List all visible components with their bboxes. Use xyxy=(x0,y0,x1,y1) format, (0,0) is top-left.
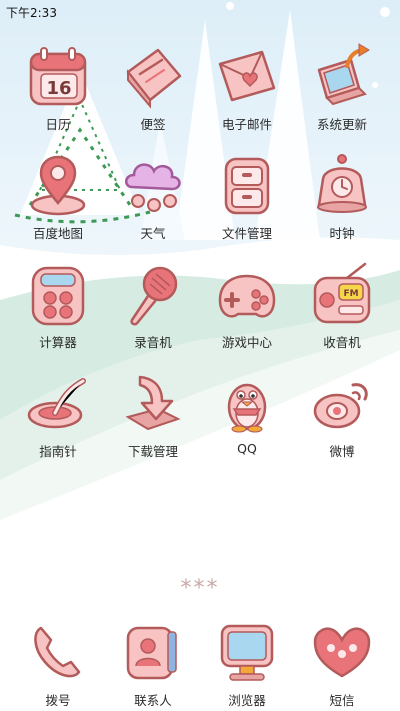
app-label: 下载管理 xyxy=(127,444,178,459)
app-label: 联系人 xyxy=(134,693,172,708)
app-calendar[interactable]: 16 日历 xyxy=(8,42,108,133)
envelope-icon xyxy=(218,50,276,102)
app-label: 天气 xyxy=(140,226,166,241)
app-system-update[interactable]: 系统更新 xyxy=(292,42,392,133)
app-label: 时钟 xyxy=(329,226,355,241)
app-label: 百度地图 xyxy=(32,226,83,241)
compass-spoon-icon xyxy=(27,378,86,429)
app-label: 系统更新 xyxy=(316,117,367,132)
contact-card-icon xyxy=(126,626,177,680)
svg-text:16: 16 xyxy=(46,78,71,99)
app-label: 电子邮件 xyxy=(221,117,272,132)
app-radio[interactable]: FM 收音机 xyxy=(292,260,392,351)
app-sms[interactable]: 短信 xyxy=(292,618,392,709)
app-label: 便签 xyxy=(140,117,166,132)
app-weibo[interactable]: 微博 xyxy=(292,369,392,460)
app-calculator[interactable]: 计算器 xyxy=(8,260,108,351)
alarm-clock-icon xyxy=(317,154,367,213)
phone-handset-icon xyxy=(34,626,81,678)
gamepad-icon xyxy=(218,274,276,318)
app-browser[interactable]: 浏览器 xyxy=(197,618,297,709)
app-contacts[interactable]: 联系人 xyxy=(103,618,203,709)
laptop-update-icon xyxy=(317,43,370,106)
app-clock[interactable]: 时钟 xyxy=(292,151,392,242)
app-download-manager[interactable]: 下载管理 xyxy=(103,369,203,460)
monitor-icon xyxy=(220,624,274,681)
app-label: 录音机 xyxy=(134,335,172,350)
notepad-icon xyxy=(126,48,182,109)
speech-heart-icon xyxy=(313,627,371,678)
app-recorder[interactable]: 录音机 xyxy=(103,260,203,351)
app-label: 指南针 xyxy=(39,444,77,459)
map-pin-icon xyxy=(30,155,86,216)
app-label: 游戏中心 xyxy=(221,335,272,350)
app-label: 收音机 xyxy=(323,335,361,350)
svg-text:FM: FM xyxy=(343,289,358,299)
app-label: 文件管理 xyxy=(221,226,272,241)
page-indicator: *** xyxy=(180,576,220,601)
radio-icon: FM xyxy=(313,262,371,324)
app-label: 浏览器 xyxy=(228,693,266,708)
app-dialer[interactable]: 拨号 xyxy=(8,618,108,709)
app-qq[interactable]: QQ xyxy=(197,369,297,456)
app-baidu-map[interactable]: 百度地图 xyxy=(8,151,108,242)
app-email[interactable]: 电子邮件 xyxy=(197,42,297,133)
drawer-icon xyxy=(224,157,270,215)
app-weather[interactable]: 天气 xyxy=(103,151,203,242)
app-label: QQ xyxy=(237,441,257,456)
calendar-icon: 16 xyxy=(29,47,87,106)
microphone-icon xyxy=(130,266,178,326)
app-file-manager[interactable]: 文件管理 xyxy=(197,151,297,242)
app-notepad[interactable]: 便签 xyxy=(103,42,203,133)
app-label: 日历 xyxy=(45,117,71,132)
app-label: 计算器 xyxy=(39,335,77,350)
dock: 拨号 联系人 浏览器 短信 xyxy=(0,612,400,711)
weibo-eye-icon xyxy=(313,383,368,429)
download-arrow-icon xyxy=(125,375,181,431)
app-label: 短信 xyxy=(329,693,355,708)
app-game-center[interactable]: 游戏中心 xyxy=(197,260,297,351)
app-compass[interactable]: 指南针 xyxy=(8,369,108,460)
penguin-icon xyxy=(227,383,267,433)
app-grid: 16 日历 便签 电子邮件 系统更新 百度地图 天气 文件管理 时钟 计算器 录… xyxy=(0,0,400,560)
calculator-icon xyxy=(31,266,85,326)
app-label: 微博 xyxy=(329,444,355,459)
cloud-snow-icon xyxy=(125,163,181,212)
app-label: 拨号 xyxy=(45,693,71,708)
